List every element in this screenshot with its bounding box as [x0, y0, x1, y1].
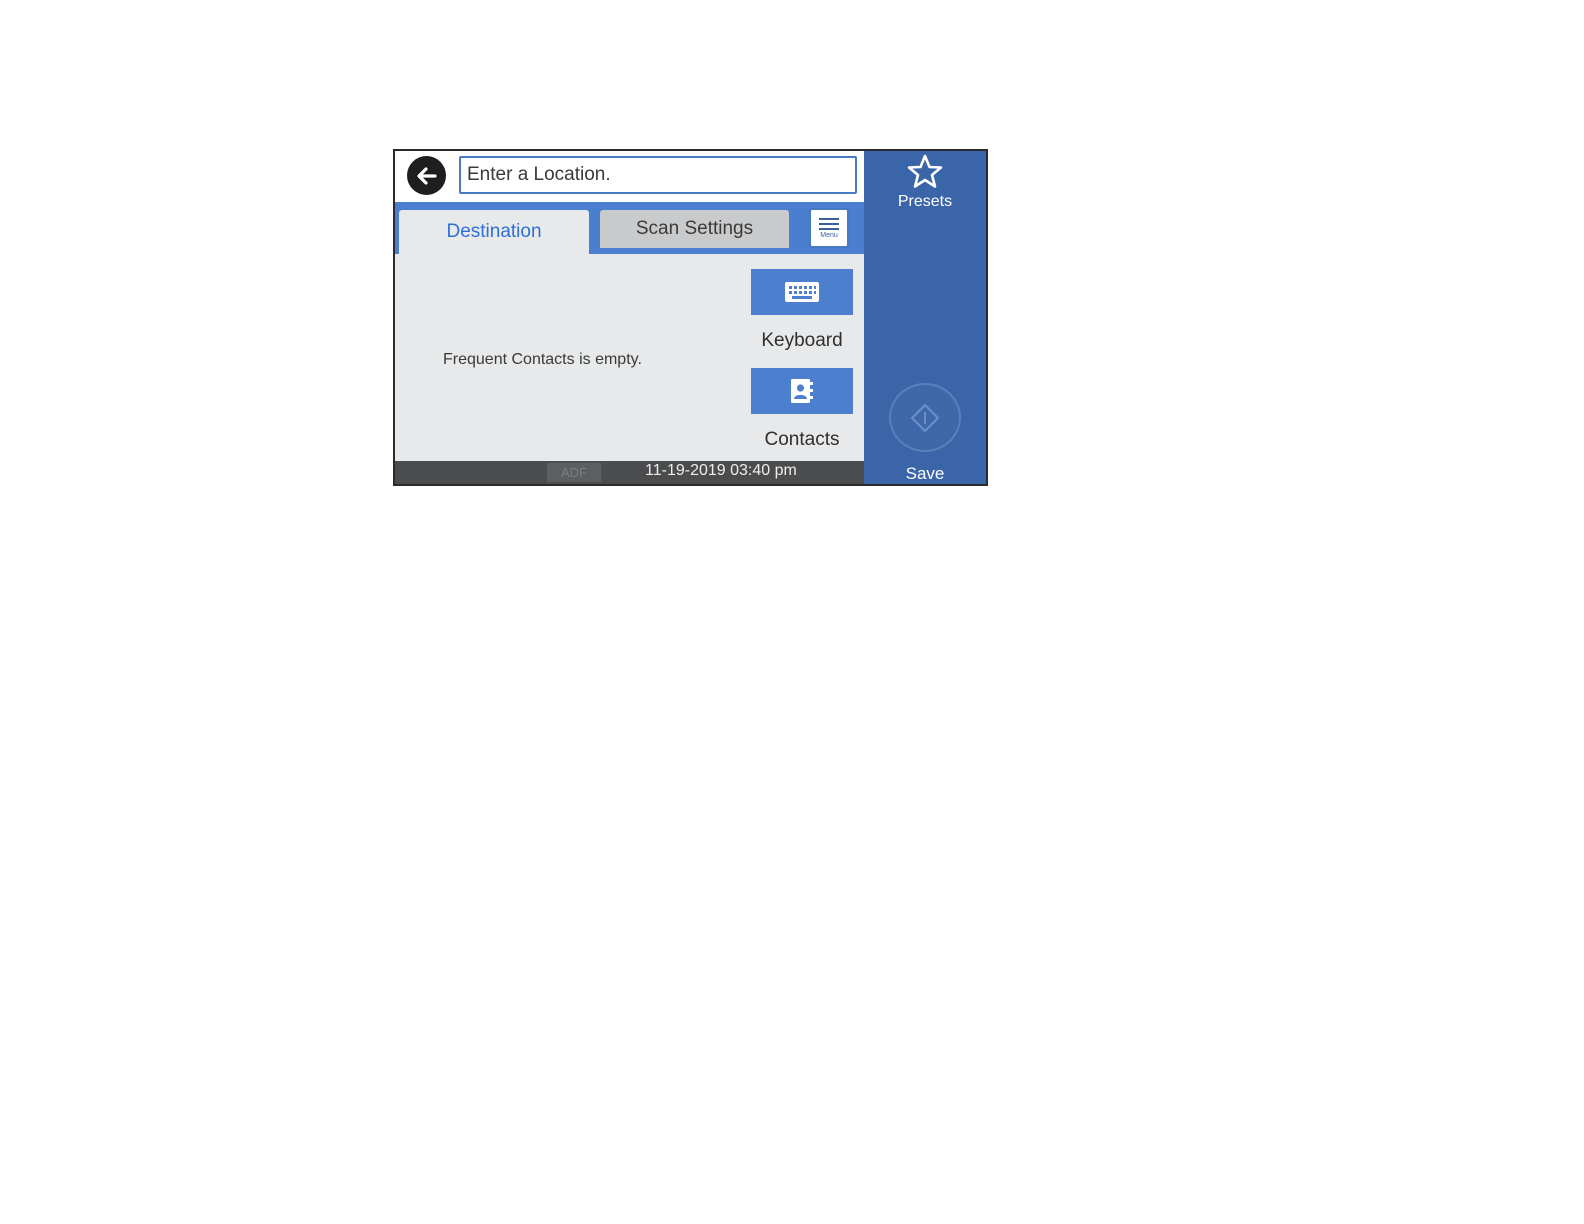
tab-bar: Destination Scan Settings Menu	[395, 202, 864, 254]
tab-destination-label: Destination	[446, 221, 542, 242]
tab-scan-settings-label: Scan Settings	[635, 218, 754, 239]
address-book-icon	[791, 379, 813, 403]
arrow-left-icon	[416, 166, 437, 185]
star-icon	[907, 154, 943, 188]
location-input[interactable]	[459, 156, 857, 194]
save-circle	[889, 383, 961, 452]
menu-button[interactable]: Menu	[809, 208, 849, 248]
menu-label: Menu	[820, 232, 838, 239]
main-area: Destination Scan Settings Menu Frequent …	[395, 151, 864, 484]
contacts-button[interactable]	[751, 368, 853, 414]
keyboard-button[interactable]	[751, 269, 853, 315]
hamburger-menu-icon	[819, 217, 839, 220]
tab-destination[interactable]: Destination	[399, 210, 589, 254]
save-label: Save	[905, 464, 945, 483]
tab-scan-settings[interactable]: Scan Settings	[600, 210, 789, 248]
hamburger-line	[819, 222, 839, 225]
status-bar: ADF 11-19-2019 03:40 pm	[395, 461, 864, 484]
keyboard-label: Keyboard	[761, 330, 843, 351]
keyboard-icon	[785, 282, 819, 302]
save-button[interactable]: Save	[864, 383, 986, 484]
right-sidebar: Presets Save	[864, 151, 986, 484]
top-bar	[395, 151, 864, 202]
start-diamond-icon	[910, 403, 940, 432]
empty-contacts-message: Frequent Contacts is empty.	[443, 351, 642, 368]
adf-indicator: ADF	[547, 463, 601, 482]
contacts-label: Contacts	[764, 429, 840, 450]
printer-control-panel: Destination Scan Settings Menu Frequent …	[393, 149, 988, 486]
hamburger-line	[819, 227, 839, 230]
presets-label: Presets	[897, 193, 953, 210]
presets-button[interactable]: Presets	[864, 151, 986, 221]
back-button[interactable]	[407, 156, 446, 195]
status-datetime: 11-19-2019 03:40 pm	[645, 462, 797, 479]
destination-content: Frequent Contacts is empty. Keyboard Con…	[395, 254, 864, 461]
